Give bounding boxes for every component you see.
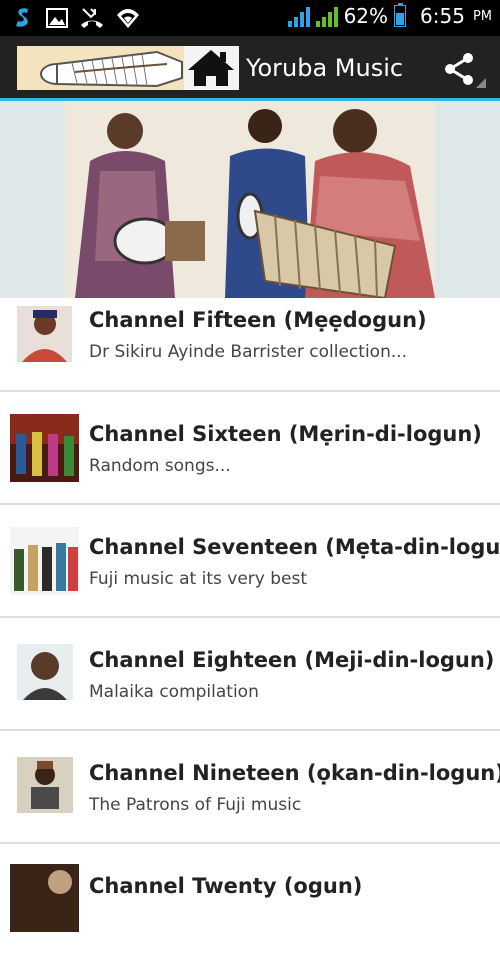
channel-thumbnail [17, 757, 73, 813]
share-icon [445, 53, 486, 88]
banner-area [0, 101, 500, 298]
channel-thumbnail [10, 864, 79, 932]
channel-thumbnail [10, 414, 79, 482]
app-title: Yoruba Music [246, 54, 404, 82]
channel-title: Channel Nineteen (ọkan-din-logun) [89, 761, 500, 785]
image-icon [46, 8, 68, 28]
channel-thumbnail [17, 306, 72, 362]
status-bar: 62% 6:55 PM [0, 0, 500, 36]
list-item[interactable]: Channel Twenty (ogun) [0, 844, 500, 955]
channel-title: Channel Twenty (ogun) [89, 874, 363, 898]
drummers-banner-image [65, 101, 435, 298]
channel-title: Channel Eighteen (Meji-din-logun) [89, 648, 495, 672]
list-item[interactable]: Channel Seventeen (Mẹta-din-logun) Fuji … [0, 505, 500, 618]
battery-percent: 62% [343, 4, 389, 28]
channel-title: Channel Seventeen (Mẹta-din-logun) [89, 535, 500, 559]
home-button[interactable] [184, 46, 239, 90]
channel-subtitle: The Patrons of Fuji music [89, 795, 302, 815]
channel-subtitle: Fuji music at its very best [89, 569, 308, 589]
channel-subtitle: Random songs... [89, 456, 231, 476]
home-icon [188, 50, 234, 86]
channel-thumbnail [17, 644, 73, 700]
channel-list: Channel Fifteen (Mẹẹdogun) Dr Sikiru Ayi… [0, 298, 500, 955]
list-item[interactable]: Channel Eighteen (Meji-din-logun) Malaik… [0, 618, 500, 731]
battery-icon [394, 3, 407, 27]
share-button[interactable] [442, 50, 486, 90]
signal-icon-2 [315, 5, 338, 27]
wifi-icon [117, 9, 139, 28]
clock-time: 6:55 [420, 4, 465, 28]
list-item[interactable]: Channel Fifteen (Mẹẹdogun) Dr Sikiru Ayi… [0, 298, 500, 392]
list-item[interactable]: Channel Nineteen (ọkan-din-logun) The Pa… [0, 731, 500, 844]
signal-icon [287, 5, 310, 27]
channel-subtitle: Dr Sikiru Ayinde Barrister collection... [89, 342, 408, 362]
missed-call-icon [81, 8, 103, 28]
talking-drum-logo [17, 46, 185, 90]
notification-s-icon [16, 8, 28, 27]
list-item[interactable]: Channel Sixteen (Mẹrin-di-logun) Random … [0, 392, 500, 505]
channel-title: Channel Sixteen (Mẹrin-di-logun) [89, 422, 482, 446]
channel-thumbnail [10, 527, 79, 595]
channel-title: Channel Fifteen (Mẹẹdogun) [89, 308, 427, 332]
clock-ampm: PM [472, 8, 492, 24]
channel-subtitle: Malaika compilation [89, 682, 259, 702]
action-bar: Yoruba Music [0, 36, 500, 101]
